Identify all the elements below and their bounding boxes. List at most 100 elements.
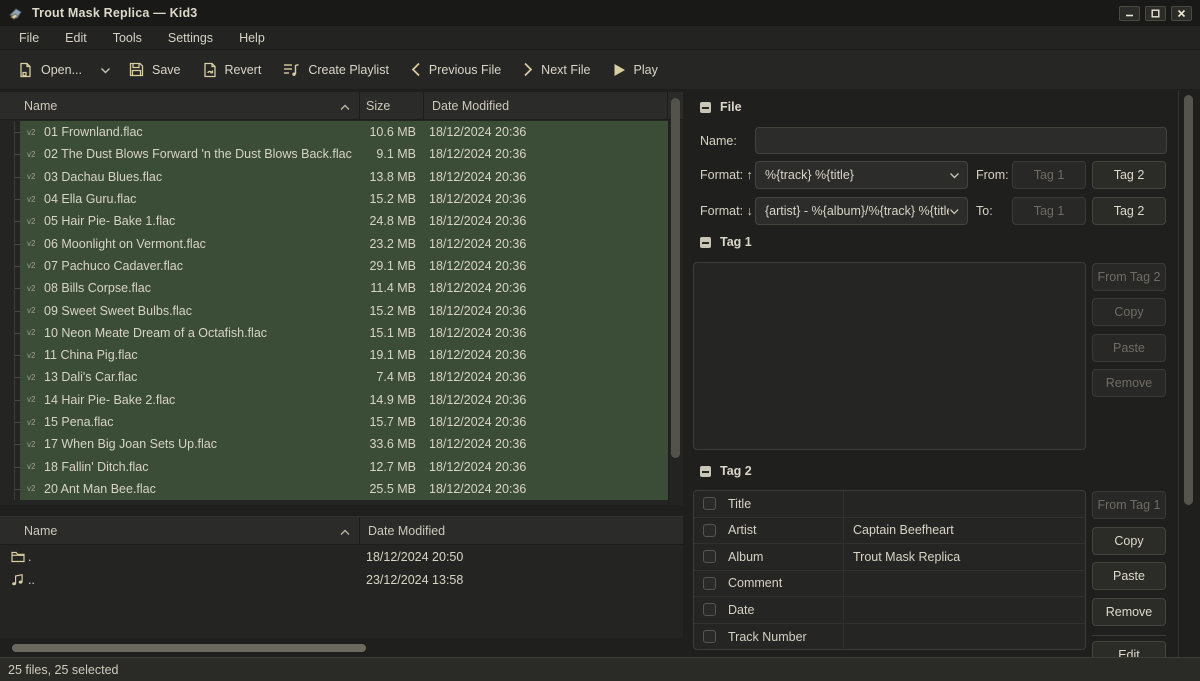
table-row[interactable]: v209 Sweet Sweet Bulbs.flac15.2 MB18/12/… (0, 299, 668, 321)
chevron-left-icon (411, 62, 421, 77)
file-name: 03 Dachau Blues.flac (44, 170, 336, 184)
table-row[interactable]: v202 The Dust Blows Forward 'n the Dust … (0, 143, 668, 165)
tag2-field-row[interactable]: Comment (694, 571, 1085, 598)
field-value[interactable]: Captain Beefheart (844, 523, 1085, 537)
tag2-remove-button[interactable]: Remove (1092, 598, 1166, 626)
tag1-copy-button[interactable]: Copy (1092, 298, 1166, 326)
column-header-name[interactable]: Name (0, 92, 360, 119)
tag2-edit-button[interactable]: Edit (1092, 641, 1166, 657)
toolbar-play-button[interactable]: Play (603, 57, 668, 83)
tag1-section-header[interactable]: Tag 1 (700, 235, 752, 249)
toolbar-revert-button[interactable]: Revert (193, 56, 272, 84)
tag1-remove-button[interactable]: Remove (1092, 369, 1166, 397)
menu-edit[interactable]: Edit (54, 29, 98, 47)
tag-version-badge: v2 (20, 462, 44, 471)
title-checkbox[interactable] (703, 497, 716, 510)
table-row[interactable]: v215 Pena.flac15.7 MB18/12/2024 20:36 (0, 411, 668, 433)
tag2-section-header[interactable]: Tag 2 (700, 464, 752, 478)
column-header-size[interactable]: Size (360, 92, 424, 119)
toolbar-save-button[interactable]: Save (119, 56, 191, 83)
toolbar-next-file-button[interactable]: Next File (513, 56, 600, 83)
tag1-field-table[interactable] (693, 262, 1086, 450)
track-number-checkbox[interactable] (703, 630, 716, 643)
table-row[interactable]: v211 China Pig.flac19.1 MB18/12/2024 20:… (0, 344, 668, 366)
collapse-icon[interactable] (700, 102, 711, 113)
format-from-combobox[interactable]: %{track} %{title} (755, 161, 968, 189)
to-tag1-button[interactable]: Tag 1 (1012, 197, 1086, 225)
table-row[interactable]: v205 Hair Pie- Bake 1.flac24.8 MB18/12/2… (0, 210, 668, 232)
horizontal-scrollbar-thumb[interactable] (12, 644, 366, 652)
tree-branch-icon (0, 232, 20, 254)
menu-file[interactable]: File (8, 29, 50, 47)
toolbar-open-label: Open... (41, 63, 82, 77)
close-button[interactable] (1171, 6, 1192, 21)
table-row[interactable]: v201 Frownland.flac10.6 MB18/12/2024 20:… (0, 121, 668, 143)
table-row[interactable]: v218 Fallin' Ditch.flac12.7 MB18/12/2024… (0, 455, 668, 477)
table-row[interactable]: v220 Ant Man Bee.flac25.5 MB18/12/2024 2… (0, 478, 668, 500)
tag2-field-left: Title (694, 491, 844, 517)
tag1-paste-button[interactable]: Paste (1092, 334, 1166, 362)
table-row[interactable]: v208 Bills Corpse.flac11.4 MB18/12/2024 … (0, 277, 668, 299)
field-label: Artist (728, 523, 756, 537)
minimize-button[interactable] (1119, 6, 1140, 21)
table-row[interactable]: v213 Dali's Car.flac7.4 MB18/12/2024 20:… (0, 366, 668, 388)
from-tag1-button[interactable]: Tag 1 (1012, 161, 1086, 189)
file-size: 24.8 MB (336, 214, 420, 228)
date-checkbox[interactable] (703, 603, 716, 616)
directory-list-header: Name Date Modified (0, 517, 683, 545)
from-tag2-button[interactable]: Tag 2 (1092, 161, 1166, 189)
file-section-header[interactable]: File (700, 100, 742, 114)
filename-input[interactable] (755, 127, 1167, 154)
tag2-paste-button[interactable]: Paste (1092, 562, 1166, 590)
format-from-label: Format: ↑ (700, 168, 753, 182)
open-dropdown-button[interactable] (94, 57, 117, 83)
directory-row[interactable]: .18/12/2024 20:50 (0, 545, 683, 568)
file-size: 15.7 MB (336, 415, 420, 429)
toolbar-open-button[interactable]: Open... (8, 56, 92, 84)
format-to-combobox[interactable]: {artist} - %{album}/%{track} %{title} (755, 197, 968, 225)
menu-settings[interactable]: Settings (157, 29, 224, 47)
tree-branch-icon (0, 344, 20, 366)
dir-column-header-name[interactable]: Name (0, 517, 360, 544)
toolbar-create-playlist-button[interactable]: Create Playlist (273, 56, 399, 84)
table-row[interactable]: v204 Ella Guru.flac15.2 MB18/12/2024 20:… (0, 188, 668, 210)
tag2-field-row[interactable]: Title (694, 491, 1085, 518)
toolbar-previous-file-button[interactable]: Previous File (401, 56, 511, 83)
table-row[interactable]: v217 When Big Joan Sets Up.flac33.6 MB18… (0, 433, 668, 455)
table-row[interactable]: v207 Pachuco Cadaver.flac29.1 MB18/12/20… (0, 255, 668, 277)
menu-tools[interactable]: Tools (102, 29, 153, 47)
tag2-field-row[interactable]: Date (694, 597, 1085, 624)
artist-checkbox[interactable] (703, 524, 716, 537)
maximize-button[interactable] (1145, 6, 1166, 21)
dir-column-header-date-modified[interactable]: Date Modified (360, 517, 683, 544)
table-row[interactable]: v210 Neon Meate Dream of a Octafish.flac… (0, 322, 668, 344)
window-title: Trout Mask Replica — Kid3 (32, 6, 197, 20)
field-value[interactable]: Trout Mask Replica (844, 550, 1085, 564)
to-tag2-button[interactable]: Tag 2 (1092, 197, 1166, 225)
tag-version-badge: v2 (20, 373, 44, 382)
menu-help[interactable]: Help (228, 29, 276, 47)
tag2-field-row[interactable]: Artist Captain Beefheart (694, 518, 1085, 545)
table-row[interactable]: v203 Dachau Blues.flac13.8 MB18/12/2024 … (0, 166, 668, 188)
tag2-field-row[interactable]: AlbumTrout Mask Replica (694, 544, 1085, 571)
table-row[interactable]: v214 Hair Pie- Bake 2.flac14.9 MB18/12/2… (0, 389, 668, 411)
collapse-icon[interactable] (700, 466, 711, 477)
tag2-copy-button[interactable]: Copy (1092, 527, 1166, 555)
close-icon (1177, 9, 1186, 18)
album-checkbox[interactable] (703, 550, 716, 563)
tag2-field-left: Artist (694, 518, 844, 544)
column-header-date-modified[interactable]: Date Modified (424, 92, 668, 119)
directory-row[interactable]: ..23/12/2024 13:58 (0, 568, 683, 591)
tag2-field-row[interactable]: Track Number (694, 624, 1085, 651)
tag2-from-tag-1-button[interactable]: From Tag 1 (1092, 491, 1166, 519)
tag1-from-tag-2-button[interactable]: From Tag 2 (1092, 263, 1166, 291)
file-size: 33.6 MB (336, 437, 420, 451)
file-size: 29.1 MB (336, 259, 420, 273)
file-list-scrollbar-thumb[interactable] (671, 98, 680, 458)
tag-panel-scrollbar-thumb[interactable] (1184, 95, 1193, 505)
status-text: 25 files, 25 selected (8, 663, 119, 677)
tag2-field-left: Track Number (694, 624, 844, 651)
comment-checkbox[interactable] (703, 577, 716, 590)
table-row[interactable]: v206 Moonlight on Vermont.flac23.2 MB18/… (0, 232, 668, 254)
collapse-icon[interactable] (700, 237, 711, 248)
